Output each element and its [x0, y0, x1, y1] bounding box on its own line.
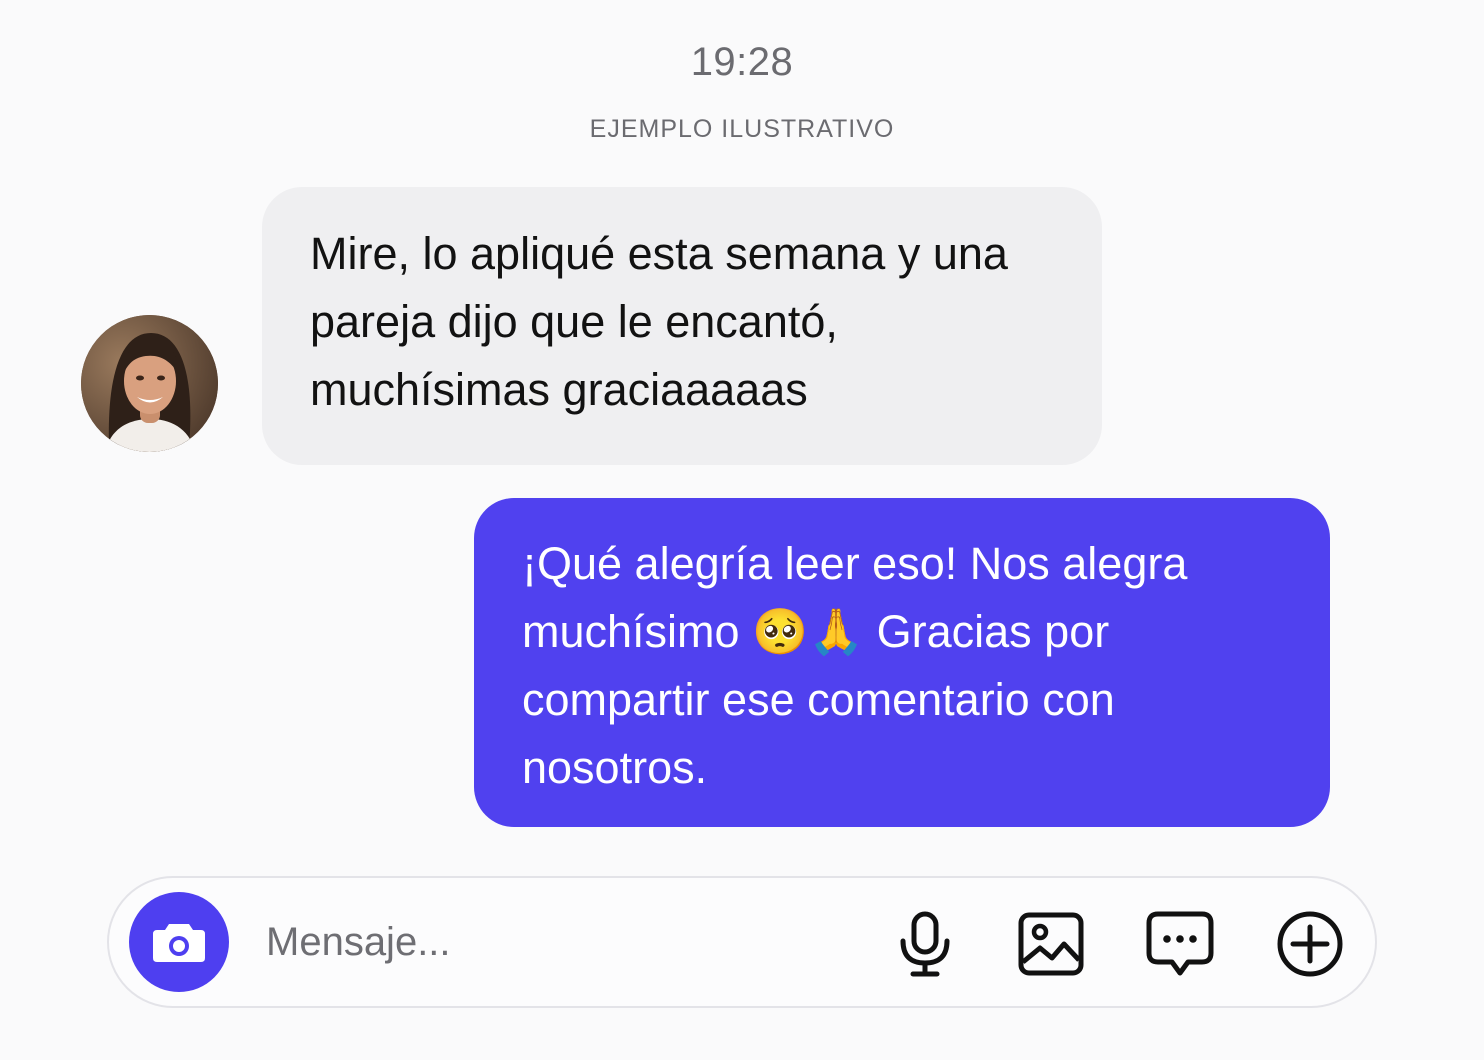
reply-text-line: ¡Qué alegría leer eso! Nos alegra — [522, 538, 1188, 589]
camera-button[interactable] — [129, 892, 229, 992]
add-button[interactable] — [1272, 906, 1348, 982]
message-text-line: Mire, lo apliqué esta semana y una — [310, 228, 1008, 279]
message-input[interactable]: Mensaje... — [266, 920, 451, 965]
reply-text-line-with-emoji: muchísimo 🥺🙏 Gracias por — [522, 598, 1290, 666]
illustrative-example-label: EJEMPLO ILUSTRATIVO — [589, 115, 895, 143]
avatar-photo-icon — [81, 315, 218, 452]
gallery-button[interactable] — [1013, 906, 1089, 982]
contact-avatar[interactable] — [81, 315, 218, 452]
pleading-face-folded-hands-emoji: 🥺🙏 — [752, 605, 865, 658]
message-composer: Mensaje... — [107, 876, 1377, 1008]
reply-text-segment: muchísimo — [522, 606, 753, 657]
microphone-button[interactable] — [887, 906, 963, 982]
reply-text-line: nosotros. — [522, 742, 708, 793]
outgoing-message-bubble[interactable]: ¡Qué alegría leer eso! Nos alegra muchís… — [474, 498, 1330, 827]
microphone-icon — [900, 911, 950, 977]
sticker-chat-button[interactable] — [1142, 906, 1218, 982]
camera-icon — [153, 924, 205, 962]
reply-text-segment: Gracias por — [864, 606, 1110, 657]
add-icon — [1277, 911, 1343, 977]
reply-text-line: compartir ese comentario con — [522, 674, 1115, 725]
incoming-message-bubble[interactable]: Mire, lo apliqué esta semana y una parej… — [262, 187, 1102, 465]
message-text-line: muchísimas graciaaaaas — [310, 364, 808, 415]
sticker-chat-icon — [1146, 911, 1214, 976]
message-timestamp: 19:28 — [690, 40, 794, 84]
image-icon — [1018, 912, 1084, 976]
message-text-line: pareja dijo que le encantó, — [310, 296, 838, 347]
